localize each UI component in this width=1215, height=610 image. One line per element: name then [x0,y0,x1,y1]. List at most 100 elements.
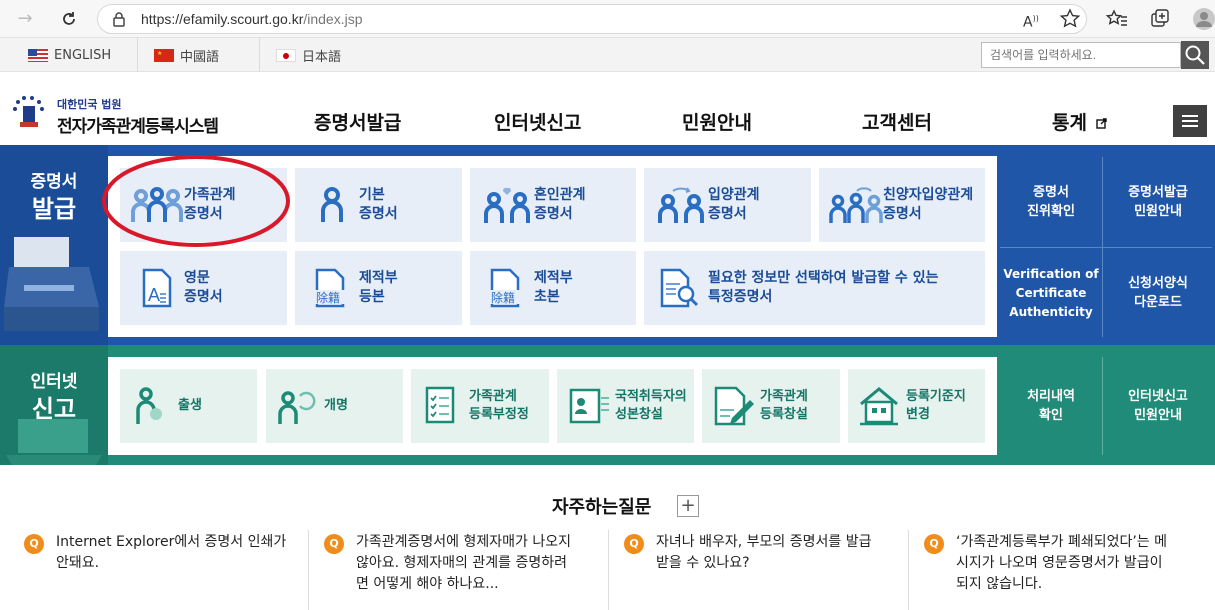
name-change-tile[interactable]: 개명 [266,369,403,443]
lang-label: 日本語 [302,49,342,65]
doc-pen-icon [714,386,754,426]
nav-customer-center[interactable]: 고객센터 [862,108,932,135]
search-button[interactable] [1181,41,1209,69]
lang-chinese-link[interactable]: ★ 中國語 [140,38,260,72]
internet-report-section: 인터넷 신고 출생 개명 가족관계 등록부정정 국적취득자의 성본창설 가족관계… [0,345,1215,465]
removed-register-extract-tile[interactable]: 除籍 제적부 초본 [470,251,636,325]
profile-avatar-icon[interactable] [1192,7,1215,31]
tile-label: 제적부 초본 [534,270,573,305]
site-title[interactable]: 전자가족관계등록시스템 [57,112,219,137]
tile-label: 혼인관계 증명서 [534,187,586,222]
url-text: https://efamily.scourt.go.kr/index.jsp [141,11,363,27]
us-flag-icon [28,48,48,62]
faq-title: 자주하는질문 [552,497,652,518]
nav-statistics[interactable]: 통계 [1052,108,1107,135]
favorite-add-icon[interactable] [1058,7,1082,31]
tile-label: 필요한 정보만 선택하여 발급할 수 있는 특정증명서 [708,270,939,305]
couple-heart-icon [484,187,530,223]
faq-item[interactable]: Q 가족관계증명서에 형제자매가 나오지 않아요. 형제자매의 관계를 증명하려… [324,530,604,610]
checklist-icon [425,386,455,424]
address-bar[interactable]: https://efamily.scourt.go.kr/index.jsp [97,4,1087,34]
reload-icon[interactable] [56,6,82,32]
faq-item[interactable]: Q Internet Explorer에서 증명서 인쇄가 안돼요. [24,530,294,610]
court-logo-icon[interactable] [8,92,50,134]
register-correction-tile[interactable]: 가족관계 등록부정정 [411,369,549,443]
divider [608,530,609,610]
verification-of-certificate-link[interactable]: Verification of Certificate Authenticity [1000,249,1102,337]
specific-certificate-tile[interactable]: 필요한 정보만 선택하여 발급할 수 있는 특정증명서 [644,251,985,325]
faq-q-badge: Q [624,534,644,554]
basic-certificate-tile[interactable]: 기본 증명서 [295,168,462,242]
search-icon [1185,45,1205,65]
url-host: https://efamily.scourt.go.kr [141,11,304,27]
doc-icon-text: 除籍 [316,290,340,305]
hamburger-bar [1182,120,1198,122]
birth-report-tile[interactable]: 출생 [120,369,257,443]
faq-question: 가족관계증명서에 형제자매가 나오지 않아요. 형제자매의 관계를 증명하려 면… [356,534,571,592]
form-download-link[interactable]: 신청서양식 다운로드 [1104,249,1212,337]
site-search-input[interactable] [981,42,1181,68]
favorites-icon[interactable] [1105,7,1129,31]
faq-question: Internet Explorer에서 증명서 인쇄가 안돼요. [56,534,287,571]
tile-label: 친양자입양관계 증명서 [883,187,974,222]
faq-more-button[interactable]: + [677,495,699,517]
lang-english-link[interactable]: ENGLISH [14,38,138,72]
english-doc-icon: A [142,268,172,308]
adoption-icon [658,187,704,223]
nav-certificate[interactable]: 증명서발급 [314,108,401,135]
read-aloud-icon[interactable]: A)) [1023,7,1047,31]
adoption-certificate-tile[interactable]: 입양관계 증명서 [644,168,811,242]
hamburger-bar [1182,125,1198,127]
japan-flag-icon [276,48,296,62]
english-certificate-tile[interactable]: A 영문 증명서 [120,251,287,325]
naturalized-surname-tile[interactable]: 국적취득자의 성본창설 [557,369,694,443]
faq-q-badge: Q [24,534,44,554]
certificate-panel: 가족관계 증명서 기본 증명서 혼인관계 증명서 입양관계 증명서 친양자입양관… [102,155,997,337]
family-adoption-icon [829,187,883,223]
hamburger-menu-button[interactable] [1173,105,1207,137]
process-history-link[interactable]: 처리내역 확인 [1000,357,1102,455]
back-arrow-icon[interactable]: → [12,6,38,32]
nav-internet-report[interactable]: 인터넷신고 [494,108,581,135]
tile-label: 등록기준지 변경 [906,389,966,422]
faq-item[interactable]: Q 자녀나 배우자, 부모의 증명서를 발급 받을 수 있나요? [624,530,894,610]
faq-item[interactable]: Q ‘가족관계등록부가 폐쇄되었다’는 메 시지가 나오며 영문증명서가 발급이… [924,530,1204,610]
birth-icon [136,387,162,424]
faq-q-badge: Q [324,534,344,554]
tile-label: 개명 [324,398,348,413]
collections-icon[interactable] [1148,7,1172,31]
register-creation-tile[interactable]: 가족관계 등록창설 [702,369,840,443]
tile-label: 가족관계 등록부정정 [469,389,529,422]
report-section-label: 인터넷 신고 [0,345,108,465]
nav-civil-guide[interactable]: 민원안내 [682,108,752,135]
url-path: /index.jsp [303,11,363,27]
faq-question: ‘가족관계등록부가 폐쇄되었다’는 메 시지가 나오며 영문증명서가 발급이 되… [956,534,1167,592]
register-doc-icon: 除籍 [315,268,349,308]
external-link-icon [1095,118,1107,129]
removed-register-transcript-tile[interactable]: 除籍 제적부 등본 [295,251,462,325]
divider [1102,357,1103,455]
certificate-section-label: 증명서 발급 [0,145,108,345]
logo-subtitle: 대한민국 법원 [57,98,122,111]
china-flag-icon: ★ [154,48,174,62]
faq-question: 자녀나 배우자, 부모의 증명서를 발급 받을 수 있나요? [656,534,872,571]
divider [1000,247,1212,248]
browser-toolbar: → https://efamily.scourt.go.kr/index.jsp… [0,0,1215,38]
certificate-guide-link[interactable]: 증명서발급 민원안내 [1104,157,1212,247]
lang-japanese-link[interactable]: 日本語 [262,38,378,72]
svg-text:A: A [148,285,160,305]
lang-label: 中國語 [180,49,220,65]
faq-q-badge: Q [924,534,944,554]
lang-label: ENGLISH [54,47,112,63]
house-icon [860,387,898,426]
report-guide-link[interactable]: 인터넷신고 민원안내 [1104,357,1212,455]
registration-base-change-tile[interactable]: 등록기준지 변경 [848,369,985,443]
tile-label: 제적부 등본 [359,270,398,305]
person-icon [321,187,343,222]
tile-label: 가족관계 등록창설 [760,389,808,422]
tile-label: 국적취득자의 성본창설 [615,389,687,422]
laptop-icon [6,419,102,465]
full-adoption-certificate-tile[interactable]: 친양자입양관계 증명서 [819,168,985,242]
marriage-certificate-tile[interactable]: 혼인관계 증명서 [470,168,636,242]
certificate-verification-link[interactable]: 증명서 진위확인 [1000,157,1102,247]
